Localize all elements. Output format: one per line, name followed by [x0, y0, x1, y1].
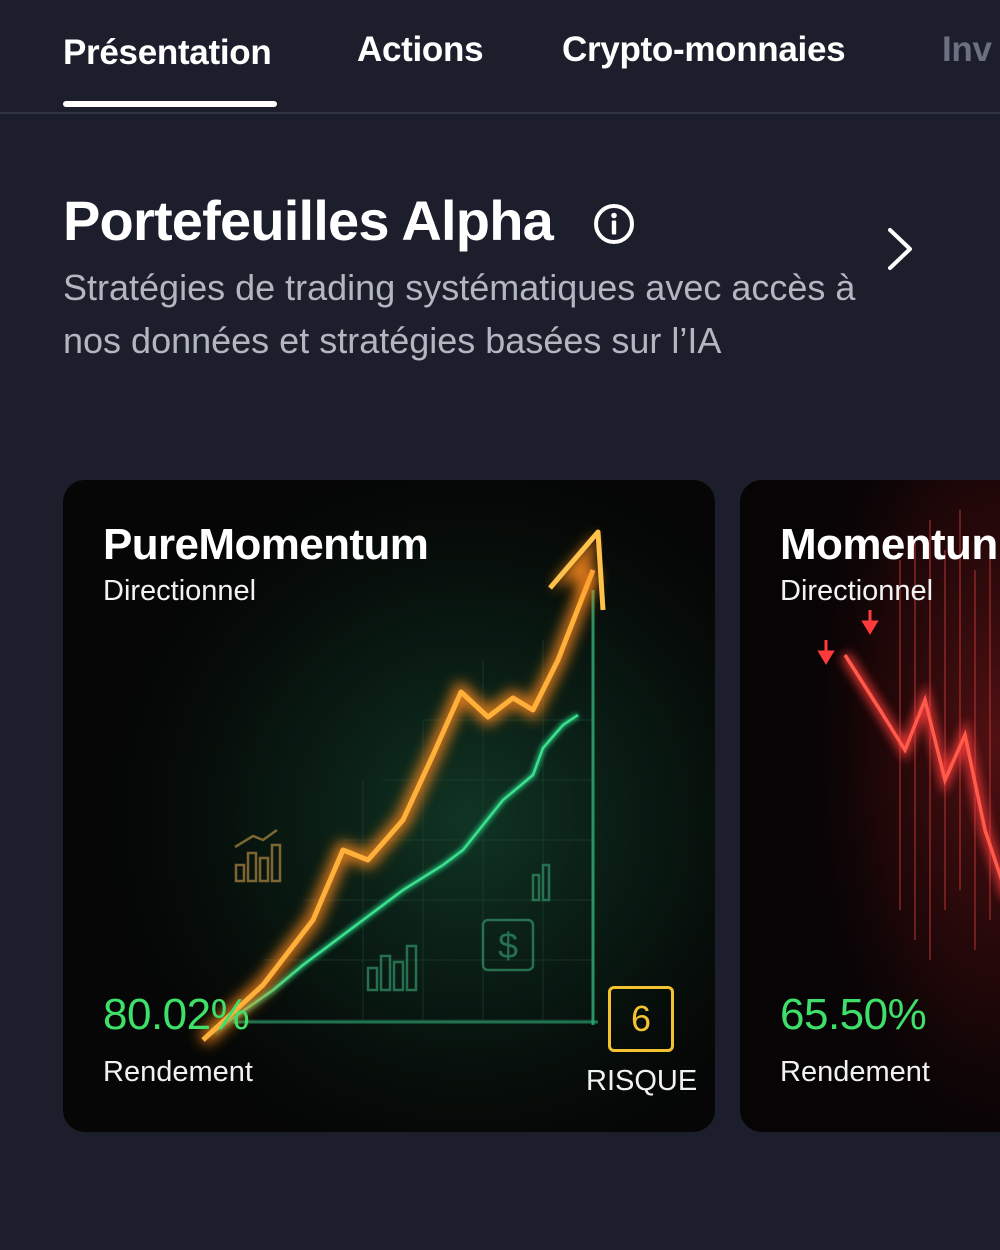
tab-crypto[interactable]: Crypto-monnaies [562, 30, 846, 70]
portfolio-type: Directionnel [780, 575, 934, 607]
portfolio-return-value: 65.50% [780, 990, 927, 1039]
portfolio-name: PureMomentum [103, 520, 429, 569]
risk-score-badge: 6 [608, 986, 674, 1052]
portfolio-return-value: 80.02% [103, 990, 250, 1039]
section-description: Stratégies de trading systématiques avec… [63, 267, 856, 361]
tab-presentation[interactable]: Présentation [63, 33, 272, 73]
portfolio-return-label: Rendement [780, 1056, 930, 1088]
portfolio-card-momentum[interactable]: Momentun Directionnel 65.50% Rendement [740, 480, 1000, 1132]
chevron-right-icon[interactable] [878, 224, 922, 274]
svg-text:$: $ [498, 925, 518, 966]
section-title: Portefeuilles Alpha [63, 189, 554, 252]
portfolio-type: Directionnel [103, 575, 257, 607]
portfolio-return-label: Rendement [103, 1056, 253, 1088]
active-tab-indicator [63, 101, 277, 107]
portfolio-card-puremomentum[interactable]: $ PureMomentum Directionnel 80.02% Rende… [63, 480, 715, 1132]
tab-actions[interactable]: Actions [357, 30, 484, 70]
risk-label: RISQUE [586, 1065, 698, 1097]
tab-investments[interactable]: Inv [942, 30, 992, 70]
info-icon[interactable] [593, 203, 635, 245]
tab-bar: Présentation Actions Crypto-monnaies Inv [0, 0, 1000, 114]
portfolio-name: Momentun [780, 520, 998, 569]
